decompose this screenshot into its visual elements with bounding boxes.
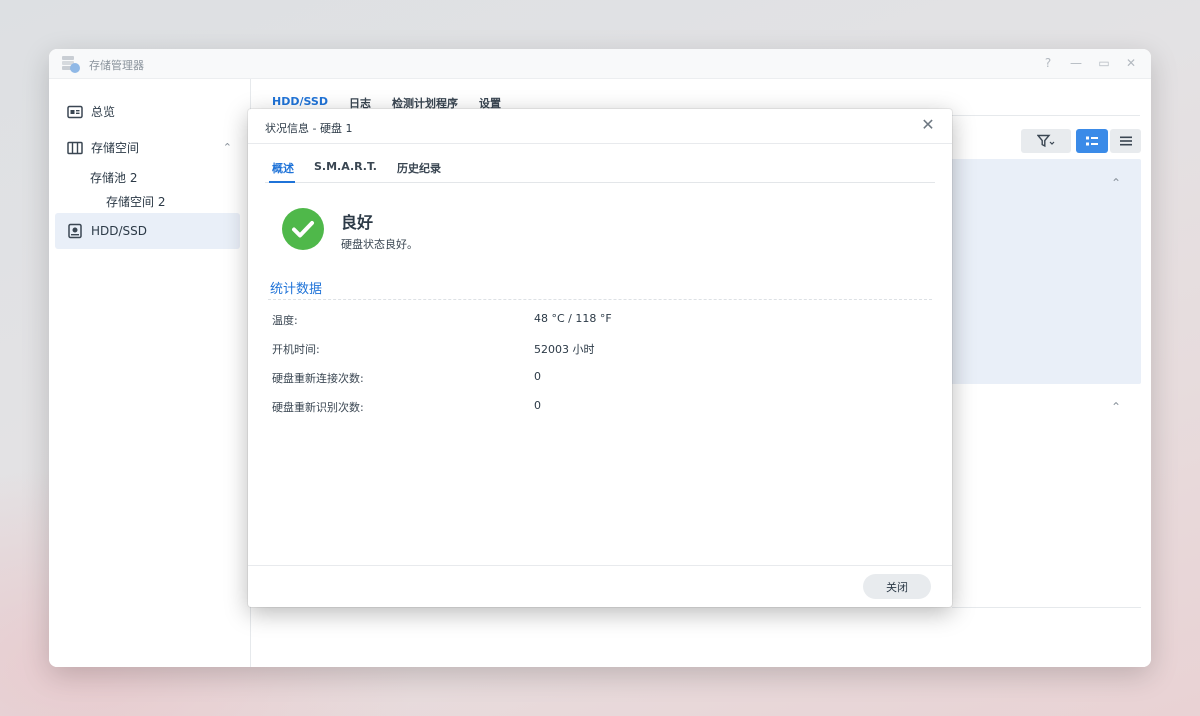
window-titlebar[interactable]: 存储管理器 ? — ▭ ✕ xyxy=(49,49,1151,79)
status-subtitle: 硬盘状态良好。 xyxy=(341,238,418,251)
sidebar-item-label: HDD/SSD xyxy=(91,224,148,238)
list-view-toggle[interactable] xyxy=(1076,129,1108,153)
active-tab-indicator xyxy=(269,181,295,183)
chevron-up-icon[interactable]: ⌃ xyxy=(1111,400,1121,414)
sidebar-item-overview[interactable]: 总览 xyxy=(67,103,115,120)
sidebar: 总览 存储空间 ⌃ 存储池 2 存储空间 2 HDD/SSD xyxy=(49,79,251,667)
dialog-tabs: 概述 S.M.A.R.T. 历史纪录 xyxy=(272,160,461,176)
detail-view-toggle[interactable] xyxy=(1110,129,1141,153)
chevron-up-icon[interactable]: ⌃ xyxy=(223,141,232,154)
filter-icon xyxy=(1037,134,1055,148)
window-title: 存储管理器 xyxy=(89,59,144,72)
tab-overview[interactable]: 概述 xyxy=(272,160,294,176)
status-title: 良好 xyxy=(341,213,374,232)
tab-history[interactable]: 历史纪录 xyxy=(397,160,441,176)
chevron-up-icon[interactable]: ⌃ xyxy=(1111,176,1121,190)
check-icon xyxy=(282,208,324,250)
help-icon[interactable]: ? xyxy=(1040,55,1056,71)
section-divider xyxy=(268,299,932,300)
disk-icon xyxy=(68,223,82,239)
maximize-icon[interactable]: ▭ xyxy=(1096,55,1112,71)
stat-label-reidentify-count: 硬盘重新识别次数: xyxy=(272,401,364,414)
close-icon[interactable]: ✕ xyxy=(920,117,936,133)
dialog-title: 状况信息 - 硬盘 1 xyxy=(265,122,353,135)
stat-value-temperature: 48 °C / 118 °F xyxy=(534,312,612,325)
close-button[interactable]: 关闭 xyxy=(863,574,931,599)
stat-label-reconnect-count: 硬盘重新连接次数: xyxy=(272,372,364,385)
menu-lines-icon xyxy=(1119,136,1132,146)
disk-group-card-selected[interactable]: ⌃ xyxy=(952,159,1141,384)
sidebar-item-hdd-ssd[interactable]: HDD/SSD xyxy=(55,213,240,249)
sidebar-item-label: 总览 xyxy=(91,105,116,119)
sidebar-item-label: 存储池 2 xyxy=(90,171,138,185)
dialog-footer-divider xyxy=(248,565,952,566)
stat-value-power-on-time: 52003 小时 xyxy=(534,343,595,356)
sidebar-item-label: 存储空间 2 xyxy=(106,195,166,209)
stat-value-reidentify-count: 0 xyxy=(534,399,541,412)
stat-value-reconnect-count: 0 xyxy=(534,370,541,383)
sidebar-item-pool[interactable]: 存储池 2 xyxy=(90,169,137,186)
stat-label-temperature: 温度: xyxy=(272,314,298,327)
tab-smart[interactable]: S.M.A.R.T. xyxy=(314,160,377,176)
overview-icon xyxy=(67,105,83,118)
tab-divider xyxy=(265,182,935,183)
dialog-header[interactable]: 状况信息 - 硬盘 1 ✕ xyxy=(248,109,952,144)
stat-label-power-on-time: 开机时间: xyxy=(272,343,320,356)
storage-icon xyxy=(67,141,83,154)
sidebar-item-volume[interactable]: 存储空间 2 xyxy=(106,193,165,210)
divider xyxy=(952,607,1141,608)
minimize-icon[interactable]: — xyxy=(1068,55,1084,71)
close-window-icon[interactable]: ✕ xyxy=(1123,55,1139,71)
sidebar-item-label: 存储空间 xyxy=(91,141,140,155)
sidebar-item-storage[interactable]: 存储空间 ⌃ xyxy=(67,139,232,156)
filter-button[interactable] xyxy=(1021,129,1071,153)
status-info-dialog: 状况信息 - 硬盘 1 ✕ 概述 S.M.A.R.T. 历史纪录 良好 硬盘状态… xyxy=(248,109,952,607)
list-view-icon xyxy=(1086,136,1098,146)
storage-manager-app-icon xyxy=(62,56,80,73)
section-title: 统计数据 xyxy=(270,282,323,297)
